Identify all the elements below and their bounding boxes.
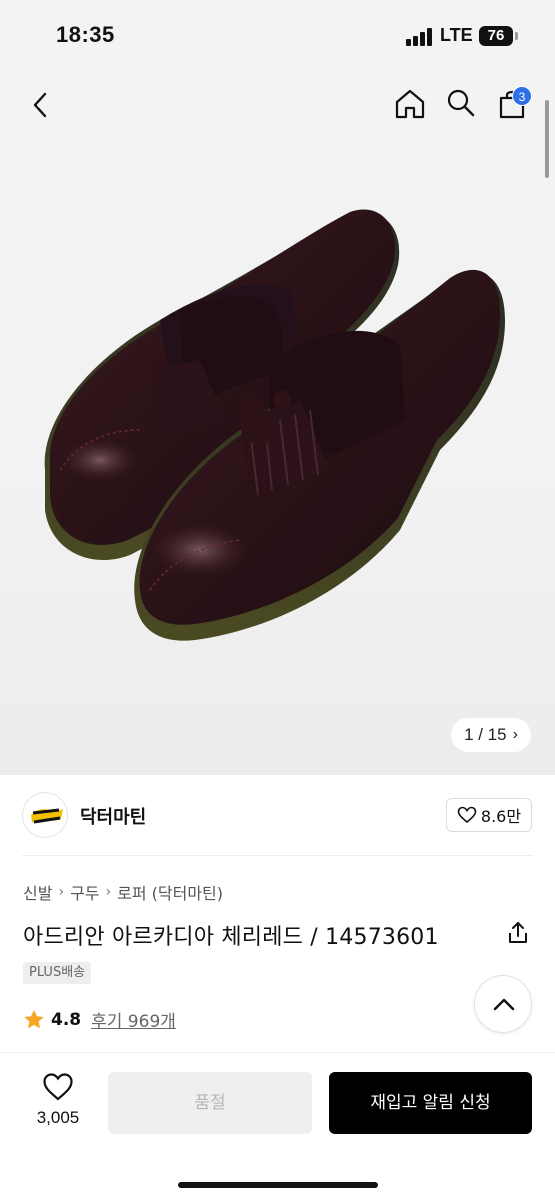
brand-like-button[interactable]: 8.6만 bbox=[446, 798, 532, 832]
share-icon[interactable] bbox=[505, 920, 531, 946]
brand-like-count: 8.6만 bbox=[480, 807, 522, 826]
soldout-button: 품절 bbox=[108, 1072, 312, 1134]
breadcrumb-item[interactable]: 구두 bbox=[70, 880, 99, 904]
wishlist-count: 3,005 bbox=[36, 1108, 80, 1127]
battery-icon: 76 bbox=[479, 26, 513, 46]
back-button[interactable] bbox=[24, 88, 58, 122]
home-icon[interactable] bbox=[392, 86, 428, 122]
gallery-counter-text: 1 / 15 bbox=[464, 725, 507, 744]
reviews-link[interactable]: 후기 969개 bbox=[91, 1007, 176, 1032]
brand-logo[interactable] bbox=[22, 792, 68, 838]
shipping-badge: PLUS배송 bbox=[23, 962, 92, 984]
heart-icon bbox=[43, 1073, 73, 1101]
breadcrumb-item[interactable]: 신발 bbox=[23, 880, 52, 904]
status-bar: 18:35 LTE 76 bbox=[0, 0, 555, 70]
signal-icon bbox=[406, 28, 434, 46]
status-time: 18:35 bbox=[56, 22, 115, 47]
chevron-right-icon: › bbox=[58, 884, 65, 900]
product-image bbox=[44, 209, 505, 641]
chevron-right-icon: › bbox=[512, 726, 518, 743]
chevron-up-icon bbox=[493, 998, 515, 1011]
rating-row: 4.8 후기 969개 bbox=[23, 1007, 176, 1032]
product-title: 아드리안 아르카디아 체리레드 / 14573601 bbox=[23, 925, 439, 950]
restock-alert-button[interactable]: 재입고 알림 신청 bbox=[329, 1072, 532, 1134]
breadcrumb: 신발 › 구두 › 로퍼 (닥터마틴) bbox=[23, 880, 223, 904]
brand-name[interactable]: 닥터마틴 bbox=[80, 803, 146, 829]
scroll-top-button[interactable] bbox=[474, 975, 532, 1033]
scroll-indicator bbox=[545, 100, 549, 178]
network-type: LTE bbox=[440, 25, 473, 45]
battery-tip bbox=[515, 32, 518, 40]
search-icon[interactable] bbox=[444, 86, 478, 120]
chevron-right-icon: › bbox=[105, 884, 112, 900]
divider bbox=[22, 855, 533, 856]
rating-score: 4.8 bbox=[51, 1009, 82, 1030]
home-indicator bbox=[178, 1182, 378, 1188]
breadcrumb-item[interactable]: 로퍼 (닥터마틴) bbox=[117, 880, 223, 904]
wishlist-button[interactable] bbox=[30, 1072, 86, 1106]
star-icon bbox=[24, 1010, 44, 1029]
heart-icon bbox=[457, 806, 477, 824]
divider bbox=[0, 1052, 555, 1053]
gallery-counter[interactable]: 1 / 15 › bbox=[451, 718, 531, 752]
cart-count-badge: 3 bbox=[512, 86, 532, 106]
